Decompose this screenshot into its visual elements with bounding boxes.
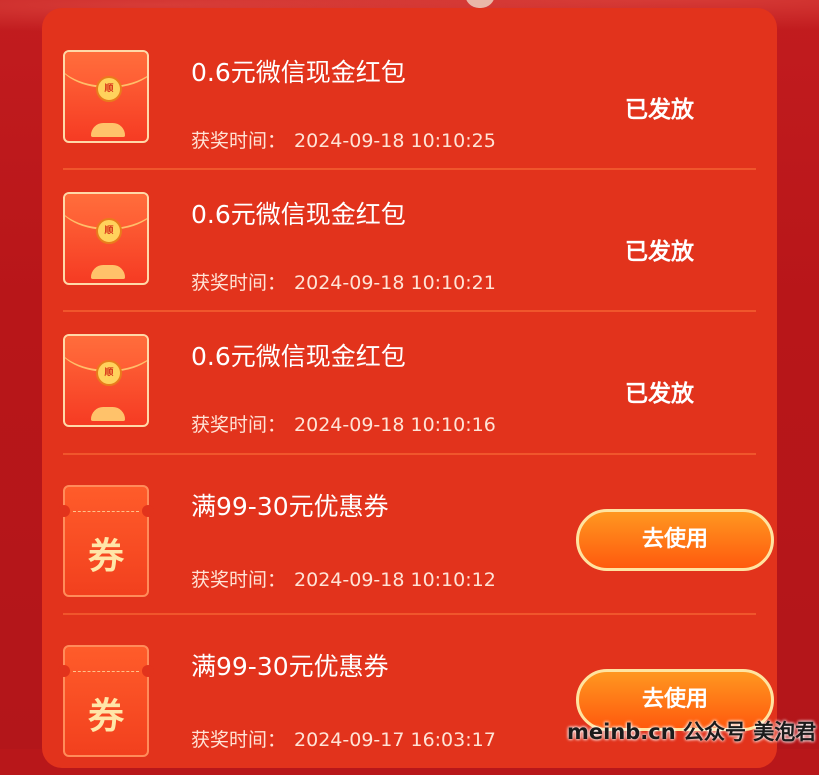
prize-status: 已发放: [625, 381, 694, 407]
prize-item: 顺 0.6元微信现金红包 获奖时间： 2024-09-18 10:10:16 已发…: [63, 312, 756, 455]
prize-time: 获奖时间： 2024-09-17 16:03:17: [191, 725, 496, 752]
prize-item: 顺 0.6元微信现金红包 获奖时间： 2024-09-18 10:10:25 已发…: [63, 28, 756, 170]
prize-list-panel: 顺 0.6元微信现金红包 获奖时间： 2024-09-18 10:10:25 已发…: [42, 8, 777, 768]
red-envelope-icon: 顺: [63, 50, 149, 143]
envelope-seal: 顺: [96, 76, 122, 102]
prize-status: 已发放: [625, 97, 694, 123]
envelope-seal: 顺: [96, 218, 122, 244]
prize-time-value: 2024-09-18 10:10:16: [294, 414, 496, 436]
coupon-glyph: 券: [87, 535, 124, 577]
prize-title: 满99-30元优惠券: [191, 652, 389, 681]
prize-title: 0.6元微信现金红包: [191, 58, 406, 87]
prize-time-label: 获奖时间：: [191, 414, 287, 436]
prize-time-value: 2024-09-18 10:10:21: [294, 272, 496, 294]
watermark: meinb.cn 公众号 美泡君: [567, 720, 817, 744]
prize-item: 顺 0.6元微信现金红包 获奖时间： 2024-09-18 10:10:21 已发…: [63, 170, 756, 312]
envelope-seal: 顺: [96, 360, 122, 386]
prize-time-value: 2024-09-18 10:10:25: [294, 130, 496, 152]
prize-title: 0.6元微信现金红包: [191, 342, 406, 371]
red-envelope-icon: 顺: [63, 192, 149, 285]
prize-title: 满99-30元优惠券: [191, 492, 389, 521]
prize-time-label: 获奖时间：: [191, 729, 287, 751]
prize-title: 0.6元微信现金红包: [191, 200, 406, 229]
prize-time: 获奖时间： 2024-09-18 10:10:25: [191, 126, 496, 153]
prize-time: 获奖时间： 2024-09-18 10:10:16: [191, 410, 496, 437]
prize-time-value: 2024-09-17 16:03:17: [294, 729, 496, 751]
prize-time: 获奖时间： 2024-09-18 10:10:21: [191, 268, 496, 295]
use-coupon-button[interactable]: 去使用: [576, 509, 774, 571]
red-envelope-icon: 顺: [63, 334, 149, 427]
coupon-ticket-icon: 券: [58, 645, 154, 757]
prize-time-value: 2024-09-18 10:10:12: [294, 569, 496, 591]
prize-status: 已发放: [625, 239, 694, 265]
coupon-ticket-icon: 券: [58, 485, 154, 597]
prize-time-label: 获奖时间：: [191, 272, 287, 294]
coupon-glyph: 券: [87, 695, 124, 737]
prize-time-label: 获奖时间：: [191, 130, 287, 152]
prize-time-label: 获奖时间：: [191, 569, 287, 591]
prize-time: 获奖时间： 2024-09-18 10:10:12: [191, 565, 496, 592]
prize-item: 券 满99-30元优惠券 获奖时间： 2024-09-18 10:10:12 去使…: [58, 455, 774, 615]
prize-item: 券 满99-30元优惠券 获奖时间： 2024-09-17 16:03:17 去使…: [58, 615, 774, 775]
